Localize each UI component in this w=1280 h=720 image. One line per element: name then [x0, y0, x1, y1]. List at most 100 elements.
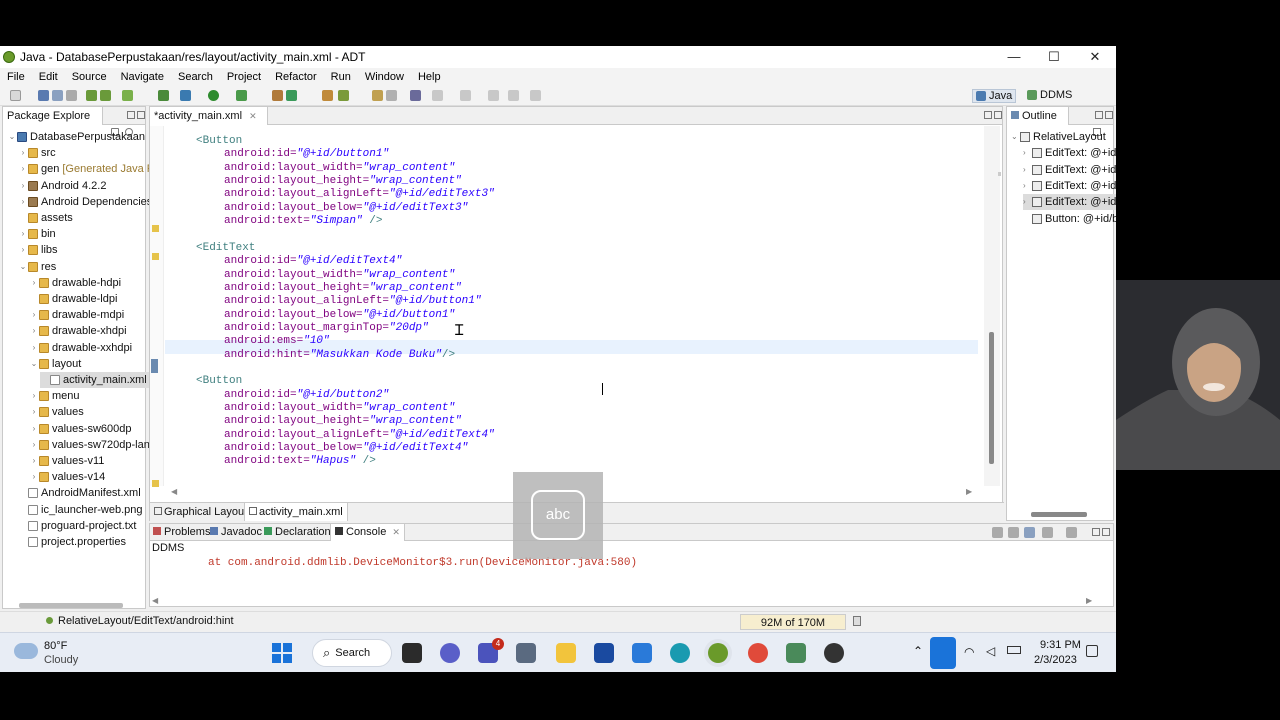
- save-icon[interactable]: [38, 90, 49, 101]
- tab-javadoc[interactable]: Javadoc: [210, 526, 262, 538]
- menu-help[interactable]: Help: [411, 71, 448, 83]
- gc-trash-icon[interactable]: [853, 616, 861, 626]
- perspective-java[interactable]: Java: [972, 89, 1017, 103]
- maximize-view-icon[interactable]: [1102, 528, 1110, 536]
- forward-icon[interactable]: [508, 90, 519, 101]
- expand-chevron-icon[interactable]: ›: [29, 323, 39, 339]
- expand-chevron-icon[interactable]: ›: [29, 437, 39, 453]
- windows-start-icon[interactable]: [272, 643, 292, 663]
- expand-chevron-icon[interactable]: ⌄: [18, 259, 28, 275]
- close-button[interactable]: ✕: [1075, 46, 1115, 68]
- avd-manager-icon[interactable]: [100, 90, 111, 101]
- task-view-icon[interactable]: [402, 643, 422, 663]
- tree-item[interactable]: activity_main.xml: [40, 372, 151, 388]
- scrollbar-thumb[interactable]: [989, 332, 994, 464]
- expand-chevron-icon[interactable]: ›: [18, 178, 28, 194]
- expand-chevron-icon[interactable]: ›: [29, 469, 39, 485]
- maximize-view-icon[interactable]: [1105, 111, 1113, 119]
- expand-chevron-icon[interactable]: ›: [29, 388, 39, 404]
- menu-file[interactable]: File: [0, 71, 32, 83]
- tree-item[interactable]: › values-v11: [29, 453, 105, 469]
- tab-console[interactable]: Console ✕: [330, 524, 405, 541]
- tree-item[interactable]: › values: [29, 404, 84, 420]
- tree-item[interactable]: assets: [18, 210, 73, 226]
- maximize-editor-icon[interactable]: [994, 111, 1002, 119]
- expand-chevron-icon[interactable]: ›: [18, 242, 28, 258]
- tree-item[interactable]: ⌄ layout: [29, 356, 82, 372]
- expand-chevron-icon[interactable]: ›: [18, 226, 28, 242]
- android-sdk-icon[interactable]: [86, 90, 97, 101]
- expand-chevron-icon[interactable]: ›: [1023, 194, 1032, 210]
- clock-time[interactable]: 9:31 PM: [1040, 639, 1081, 651]
- tree-item[interactable]: AndroidManifest.xml: [18, 485, 141, 501]
- todo-icon[interactable]: [632, 643, 652, 663]
- expand-chevron-icon[interactable]: ⌄: [29, 356, 39, 372]
- scroll-right-icon[interactable]: ▶: [966, 487, 972, 496]
- back-icon[interactable]: [488, 90, 499, 101]
- outline-item[interactable]: ⌄ RelativeLayout: [1011, 129, 1106, 145]
- scroll-left-icon[interactable]: ◀: [171, 487, 177, 496]
- tree-item[interactable]: › libs: [18, 242, 58, 258]
- menu-search[interactable]: Search: [171, 71, 220, 83]
- outline-item[interactable]: › EditText: @+id/: [1023, 145, 1116, 161]
- menu-refactor[interactable]: Refactor: [268, 71, 324, 83]
- battery-icon[interactable]: [1007, 646, 1021, 654]
- menu-navigate[interactable]: Navigate: [114, 71, 171, 83]
- outline-item[interactable]: › EditText: @+id/: [1023, 162, 1116, 178]
- outline-item[interactable]: Button: @+id/b: [1023, 211, 1116, 227]
- tree-item[interactable]: › drawable-hdpi: [29, 275, 121, 291]
- maximize-button[interactable]: ☐: [1034, 46, 1074, 68]
- xml-code[interactable]: <Button android:id="@+id/button1" android:…: [196, 135, 976, 485]
- menu-run[interactable]: Run: [324, 71, 358, 83]
- minimize-editor-icon[interactable]: [984, 111, 992, 119]
- scroll-right-icon[interactable]: ▶: [1086, 596, 1092, 605]
- menu-window[interactable]: Window: [358, 71, 411, 83]
- expand-chevron-icon[interactable]: ›: [29, 421, 39, 437]
- toggle-mark-icon[interactable]: [386, 90, 397, 101]
- expand-chevron-icon[interactable]: ›: [29, 275, 39, 291]
- console-hscroll[interactable]: ◀ ▶: [150, 596, 1113, 606]
- tree-item[interactable]: › drawable-mdpi: [29, 307, 125, 323]
- camera-icon[interactable]: [516, 643, 536, 663]
- tree-item[interactable]: › values-v14: [29, 469, 106, 485]
- outline-item[interactable]: › EditText: @+id/: [1023, 178, 1116, 194]
- menu-source[interactable]: Source: [65, 71, 114, 83]
- microphone-icon[interactable]: [930, 637, 956, 669]
- tree-item[interactable]: › Android 4.2.2: [18, 178, 107, 194]
- tree-item[interactable]: › drawable-xxhdpi: [29, 340, 132, 356]
- tree-item[interactable]: project.properties: [18, 534, 126, 550]
- tree-item[interactable]: ⌄ res: [18, 259, 57, 275]
- clock-date[interactable]: 2/3/2023: [1034, 654, 1077, 666]
- close-tab-icon[interactable]: ✕: [249, 111, 257, 121]
- vertical-scrollbar[interactable]: [984, 126, 1000, 486]
- edge-icon[interactable]: [670, 643, 690, 663]
- tree-item[interactable]: ic_launcher-web.png: [18, 502, 143, 518]
- expand-chevron-icon[interactable]: ›: [1023, 178, 1032, 194]
- chevron-up-icon[interactable]: ⌃: [913, 644, 923, 658]
- tab-problems[interactable]: Problems: [153, 526, 210, 538]
- expand-chevron-icon[interactable]: ⌄: [1011, 129, 1020, 145]
- tree-item[interactable]: ⌄ DatabasePerpustakaan: [7, 129, 145, 145]
- heap-status[interactable]: 92M of 170M: [740, 614, 846, 630]
- tree-item[interactable]: › menu: [29, 388, 80, 404]
- run-icon[interactable]: [208, 90, 219, 101]
- close-tab-icon[interactable]: ✕: [392, 527, 400, 537]
- clear-console-icon[interactable]: [992, 527, 1003, 538]
- search-tool-icon[interactable]: [338, 90, 349, 101]
- tree-item[interactable]: › src: [18, 145, 56, 161]
- save-all-icon[interactable]: [52, 90, 63, 101]
- minimize-view-icon[interactable]: [1092, 528, 1100, 536]
- expand-chevron-icon[interactable]: ›: [29, 453, 39, 469]
- new-android-project-icon[interactable]: [158, 90, 169, 101]
- minimize-button[interactable]: —: [994, 46, 1034, 68]
- debug-icon[interactable]: [180, 90, 191, 101]
- new-icon[interactable]: [10, 90, 21, 101]
- volume-icon[interactable]: ◁: [986, 644, 995, 658]
- tree-item[interactable]: proguard-project.txt: [18, 518, 136, 534]
- expand-chevron-icon[interactable]: ›: [18, 145, 28, 161]
- scroll-left-icon[interactable]: ◀: [152, 596, 158, 605]
- tab-activity-main-xml[interactable]: *activity_main.xml ✕: [150, 107, 268, 125]
- maximize-view-icon[interactable]: [137, 111, 145, 119]
- chat-icon[interactable]: [440, 643, 460, 663]
- external-tools-icon[interactable]: [236, 90, 247, 101]
